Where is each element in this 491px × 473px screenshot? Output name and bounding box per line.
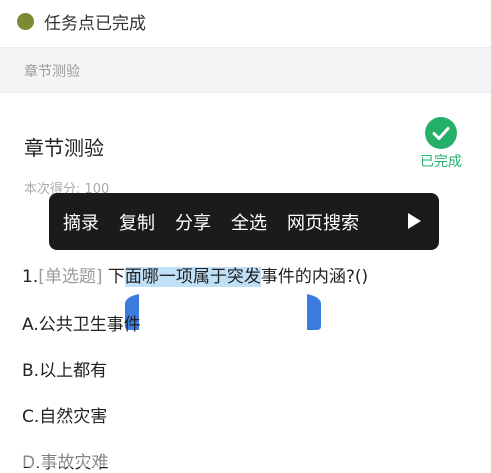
task-status-text: 任务点已完成 (44, 14, 146, 34)
quiz-status-label: 已完成 (420, 154, 462, 170)
text-selection-menu: 摘录 复制 分享 全选 网页搜索 (49, 193, 439, 250)
check-circle-icon (425, 117, 457, 149)
question-text-before: 下 (102, 267, 125, 287)
menu-select-all[interactable]: 全选 (231, 209, 267, 235)
question-number: 1. (22, 267, 39, 287)
quiz-title: 章节测验 (24, 136, 104, 160)
option-a[interactable]: A.公共卫生事件 (22, 310, 141, 335)
status-dot-icon (17, 13, 34, 30)
menu-excerpt[interactable]: 摘录 (63, 209, 99, 235)
selected-text[interactable]: 面哪一项属于突发 (124, 267, 261, 287)
menu-share[interactable]: 分享 (175, 209, 211, 235)
menu-web-search[interactable]: 网页搜索 (287, 209, 359, 235)
option-d[interactable]: D.事故灾难 (22, 448, 109, 473)
play-arrow-icon[interactable] (408, 213, 421, 229)
question-text[interactable]: 1.[单选题] 下面哪一项属于突发事件的内涵?() (22, 262, 368, 287)
section-header-label: 章节测验 (24, 64, 80, 80)
option-c[interactable]: C.自然灾害 (22, 402, 107, 427)
menu-copy[interactable]: 复制 (119, 209, 155, 235)
selection-handle-end-icon[interactable] (307, 294, 321, 330)
task-status-row: 任务点已完成 (0, 0, 491, 46)
question-type: [单选题] (38, 267, 103, 287)
section-header: 章节测验 (0, 47, 491, 93)
question-text-after: 事件的内涵?() (260, 267, 369, 287)
option-b[interactable]: B.以上都有 (22, 356, 107, 381)
